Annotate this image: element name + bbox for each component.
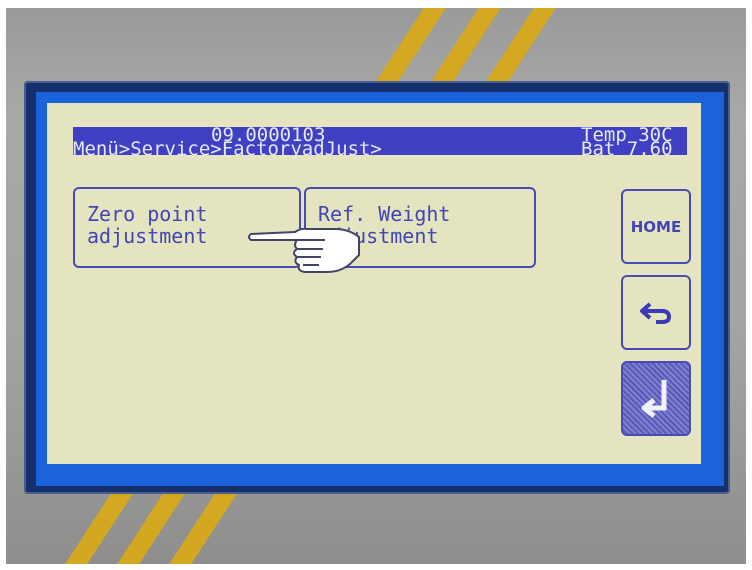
lcd-screen: 09.0000103 Menü>Service>FactoryadJust> T…	[47, 103, 701, 464]
enter-arrow-icon	[641, 379, 667, 418]
breadcrumb: Menü>Service>FactoryadJust>	[73, 138, 382, 160]
home-button[interactable]: HOME	[621, 189, 691, 264]
button-label: Zero point adjustment	[87, 202, 208, 248]
home-label: HOME	[630, 217, 682, 236]
back-arrow-icon	[640, 301, 672, 324]
battery-readout: Bat 7.60	[581, 138, 673, 160]
decorative-stripe	[481, 8, 563, 88]
back-button[interactable]	[621, 275, 691, 350]
enter-button[interactable]	[621, 361, 691, 436]
header-bar: 09.0000103 Menü>Service>FactoryadJust> T…	[73, 126, 687, 160]
device-photo: 09.0000103 Menü>Service>FactoryadJust> T…	[6, 8, 746, 564]
pointing-hand-icon	[248, 227, 360, 273]
